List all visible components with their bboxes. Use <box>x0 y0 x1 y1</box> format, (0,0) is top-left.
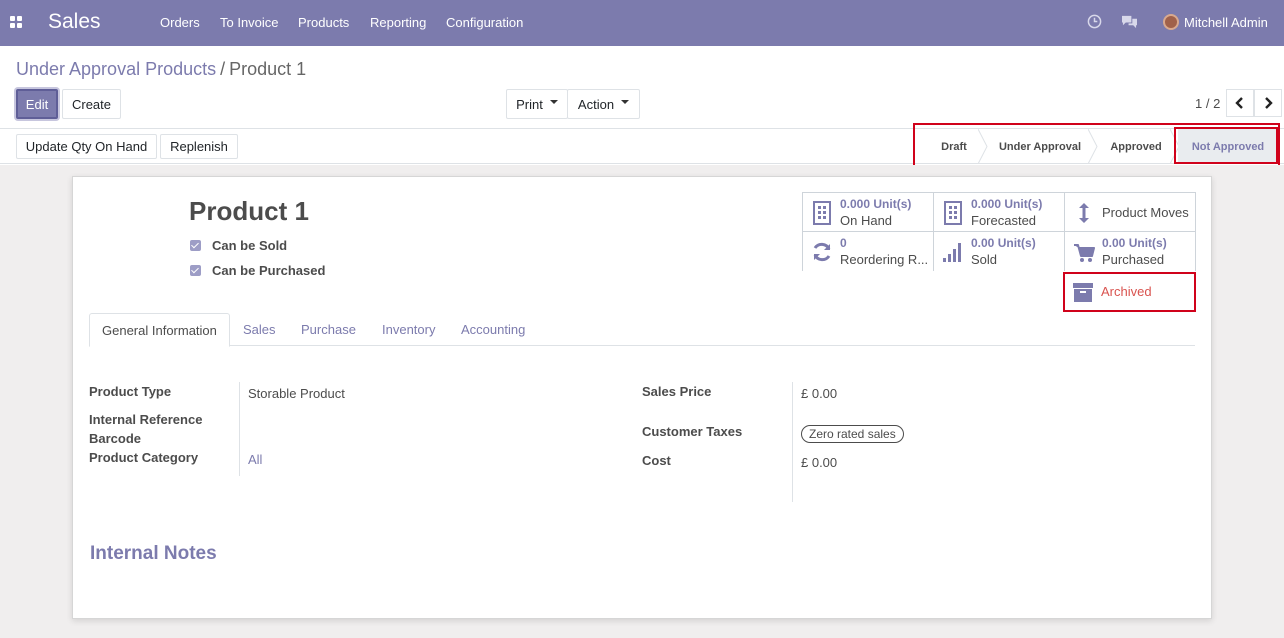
internal-reference-label: Internal Reference <box>89 412 203 427</box>
replenish-button[interactable]: Replenish <box>160 134 238 159</box>
forecasted-unit: Unit(s) <box>1004 197 1043 211</box>
product-type-label: Product Type <box>89 384 172 399</box>
caret-down-icon <box>621 100 630 104</box>
smart-buttons: 0.000 Unit(s) On Hand 0.000 Unit(s) Fore… <box>802 192 1196 271</box>
tab-inventory[interactable]: Inventory <box>370 313 447 346</box>
action-dropdown[interactable]: Action <box>567 89 640 119</box>
product-name[interactable]: Product 1 <box>189 196 309 227</box>
purchased-value: 0.00 <box>1102 236 1126 250</box>
purchased-unit: Unit(s) <box>1128 236 1167 250</box>
print-label: Print <box>516 96 543 112</box>
clock-icon[interactable] <box>1087 14 1102 29</box>
sales-price-field[interactable]: £ 0.00 <box>801 386 837 401</box>
signal-bars-icon <box>943 243 961 262</box>
shopping-cart-icon <box>1074 244 1095 262</box>
tab-general-information[interactable]: General Information <box>89 313 230 347</box>
field-divider <box>792 382 793 502</box>
forecasted-button[interactable]: 0.000 Unit(s) Forecasted <box>934 193 1065 232</box>
edit-button[interactable]: Edit <box>16 89 58 119</box>
product-category-field[interactable]: All <box>248 452 262 467</box>
building-icon <box>944 201 962 225</box>
reordering-label: Reordering R... <box>840 252 929 267</box>
action-label: Action <box>577 96 615 112</box>
sold-unit: Unit(s) <box>997 236 1036 250</box>
menu-products[interactable]: Products <box>298 15 349 30</box>
reordering-value: 0 <box>840 236 847 250</box>
sold-button[interactable]: 0.00 Unit(s) Sold <box>934 232 1065 271</box>
building-icon <box>813 201 831 225</box>
on-hand-label: On Hand <box>840 213 893 228</box>
sold-value: 0.00 <box>971 236 995 250</box>
cost-label: Cost <box>642 453 671 468</box>
purchased-button[interactable]: 0.00 Unit(s) Purchased <box>1065 232 1195 271</box>
sales-price-label: Sales Price <box>642 384 712 399</box>
tab-sales[interactable]: Sales <box>231 313 288 346</box>
breadcrumb-parent-link[interactable]: Under Approval Products <box>16 59 216 79</box>
can-be-purchased-checkbox[interactable] <box>190 265 201 276</box>
internal-notes-title: Internal Notes <box>90 543 217 564</box>
archived-highlight-box <box>1063 272 1196 312</box>
can-be-sold-label: Can be Sold <box>212 238 288 253</box>
breadcrumb-current: Product 1 <box>229 59 307 79</box>
product-moves-button[interactable]: Product Moves <box>1065 193 1195 232</box>
sold-label: Sold <box>971 252 998 267</box>
user-avatar[interactable] <box>1163 14 1179 30</box>
product-type-field[interactable]: Storable Product <box>248 386 345 401</box>
user-menu[interactable]: Mitchell Admin <box>1184 15 1268 30</box>
create-button[interactable]: Create <box>62 89 121 119</box>
notebook-tabs: General Information Sales Purchase Inven… <box>89 313 1195 347</box>
pager-previous-button[interactable] <box>1226 89 1254 117</box>
customer-tax-tag[interactable]: Zero rated sales <box>801 425 904 443</box>
field-divider <box>239 382 240 476</box>
product-category-label: Product Category <box>89 450 199 465</box>
chat-icon[interactable] <box>1121 14 1138 29</box>
can-be-sold-checkbox[interactable] <box>190 240 201 251</box>
app-name[interactable]: Sales <box>48 10 101 34</box>
purchased-label: Purchased <box>1102 252 1165 267</box>
can-be-purchased-label: Can be Purchased <box>212 263 326 278</box>
breadcrumb: Under Approval Products / Product 1 <box>16 59 306 80</box>
on-hand-value: 0.000 <box>840 197 871 211</box>
apps-grid-icon[interactable] <box>10 16 24 30</box>
refresh-icon <box>813 242 831 262</box>
chevron-right-icon <box>1265 97 1273 109</box>
menu-to-invoice[interactable]: To Invoice <box>220 15 279 30</box>
cost-field[interactable]: £ 0.00 <box>801 455 837 470</box>
chevron-left-icon <box>1235 97 1243 109</box>
tab-accounting[interactable]: Accounting <box>449 313 537 346</box>
on-hand-button[interactable]: 0.000 Unit(s) On Hand <box>803 193 934 232</box>
update-qty-on-hand-button[interactable]: Update Qty On Hand <box>16 134 157 159</box>
print-dropdown[interactable]: Print <box>506 89 568 119</box>
menu-orders[interactable]: Orders <box>160 15 200 30</box>
vertical-arrows-icon <box>1079 203 1089 223</box>
forecasted-label: Forecasted <box>971 213 1037 228</box>
menu-configuration[interactable]: Configuration <box>446 15 523 30</box>
barcode-label: Barcode <box>89 431 142 446</box>
current-stage-highlight-box <box>1174 127 1278 164</box>
forecasted-value: 0.000 <box>971 197 1002 211</box>
tab-purchase[interactable]: Purchase <box>289 313 368 346</box>
menu-reporting[interactable]: Reporting <box>370 15 426 30</box>
pager-next-button[interactable] <box>1254 89 1282 117</box>
top-navbar: Sales Orders To Invoice Products Reporti… <box>0 0 1284 46</box>
product-moves-label: Product Moves <box>1102 205 1189 220</box>
customer-taxes-label: Customer Taxes <box>642 424 743 439</box>
pager-value[interactable]: 1 / 2 <box>1195 96 1220 111</box>
on-hand-unit: Unit(s) <box>873 197 912 211</box>
caret-down-icon <box>549 100 558 104</box>
reordering-rules-button[interactable]: 0 Reordering R... <box>803 232 934 271</box>
breadcrumb-separator: / <box>220 59 226 79</box>
